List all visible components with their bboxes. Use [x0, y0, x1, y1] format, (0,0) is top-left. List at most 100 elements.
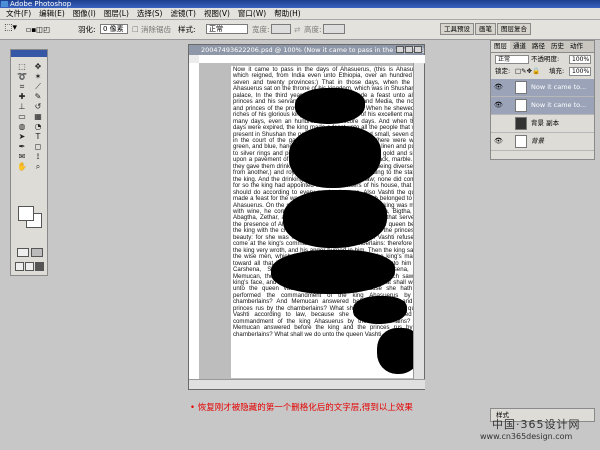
layer-row[interactable]: 👁 背景	[491, 133, 594, 151]
palette-tab-tool-presets[interactable]: 工具预设	[440, 23, 474, 35]
screen-mode-full-icon[interactable]	[35, 262, 44, 271]
feather-label: 羽化:	[78, 25, 96, 34]
screen-mode-standard-icon[interactable]	[15, 262, 24, 271]
width-input[interactable]	[271, 24, 291, 34]
style-select[interactable]: 正常	[206, 24, 248, 34]
zoom-tool-icon[interactable]: ⌕	[30, 162, 46, 172]
layer-name: Now it came to...	[531, 101, 587, 109]
healing-brush-icon[interactable]: ✚	[14, 92, 30, 102]
palette-tab-layer-comps[interactable]: 图层复合	[497, 23, 531, 35]
fill-input[interactable]: 100%	[569, 67, 591, 76]
document-title-bar[interactable]: 20047493622206.psd @ 100% (Now it came t…	[189, 45, 424, 55]
horizontal-scrollbar[interactable]	[189, 379, 425, 389]
layer-row[interactable]: 👁 Now it came to...	[491, 97, 594, 115]
eye-icon[interactable]: 👁	[494, 83, 503, 91]
height-label: 高度:	[304, 25, 322, 34]
tab-paths[interactable]: 路径	[529, 41, 548, 52]
path-select-icon[interactable]: ➤	[14, 132, 30, 142]
toolbox-header	[11, 50, 47, 57]
fill-label: 填充:	[549, 67, 565, 75]
ink-blot	[353, 296, 407, 324]
standard-mode-icon[interactable]	[17, 248, 29, 257]
tab-history[interactable]: 历史	[548, 41, 567, 52]
width-label: 宽度:	[252, 25, 270, 34]
title-bar: Adobe Photoshop	[0, 0, 600, 8]
watermark-title: 中国·365设计网	[492, 418, 581, 431]
opacity-input[interactable]: 100%	[569, 55, 591, 64]
tab-channels[interactable]: 通道	[510, 41, 529, 52]
tutorial-caption: • 恢复刚才被隐藏的第一个删格化后的文字层,得到以上效果	[190, 403, 413, 413]
opacity-label: 不透明度:	[531, 55, 560, 63]
marquee-tool-preset-icon[interactable]: ⬚▾	[4, 23, 17, 34]
document-title: 20047493622206.psd @ 100% (Now it came t…	[201, 46, 424, 54]
type-tool-icon[interactable]: T	[30, 132, 46, 142]
shape-tool-icon[interactable]: ◻	[30, 142, 46, 152]
eye-icon[interactable]: 👁	[494, 137, 503, 145]
slice-tool-icon[interactable]: ⟋	[30, 82, 46, 92]
menu-view[interactable]: 视图(V)	[200, 8, 234, 19]
minimize-icon[interactable]	[396, 46, 404, 53]
lock-label: 锁定:	[495, 67, 511, 75]
move-tool-icon[interactable]: ✥	[30, 62, 46, 72]
eyedropper-icon[interactable]: ⟟	[30, 152, 46, 162]
menu-bar: 文件(F) 编辑(E) 图像(I) 图层(L) 选择(S) 滤镜(T) 视图(V…	[0, 8, 600, 20]
antialias-checkbox[interactable]: ☐	[132, 24, 139, 35]
close-icon[interactable]	[414, 46, 422, 53]
clone-stamp-icon[interactable]: ⊥	[14, 102, 30, 112]
menu-file[interactable]: 文件(F)	[2, 8, 35, 19]
gradient-tool-icon[interactable]: ▦	[30, 112, 46, 122]
height-input[interactable]	[323, 24, 345, 34]
lock-icons[interactable]: □✎✥🔒	[515, 67, 540, 76]
menu-image[interactable]: 图像(I)	[69, 8, 100, 19]
layer-row[interactable]: 👁 Now it came to...	[491, 79, 594, 97]
layer-name: 背景 副本	[531, 119, 560, 127]
foreground-color-swatch[interactable]	[18, 206, 34, 221]
hand-tool-icon[interactable]: ✋	[14, 162, 30, 172]
menu-help[interactable]: 帮助(H)	[270, 8, 305, 19]
layer-thumbnail	[515, 81, 527, 94]
menu-window[interactable]: 窗口(W)	[234, 8, 270, 19]
vertical-scrollbar[interactable]	[413, 63, 424, 381]
magic-wand-icon[interactable]: ✶	[30, 72, 46, 82]
layers-panel-tabs: 图层 通道 路径 历史 动作	[491, 41, 594, 53]
brush-tool-icon[interactable]: ✎	[30, 92, 46, 102]
menu-filter[interactable]: 滤镜(T)	[167, 8, 200, 19]
toolbox: ⬚ ✥ ➰ ✶ ⌗ ⟋ ✚ ✎ ⊥ ↺ ▭ ▦ ◍ ◔ ➤ T ✒ ◻ ✉ ⟟ …	[10, 49, 48, 276]
menu-select[interactable]: 选择(S)	[133, 8, 167, 19]
lasso-tool-icon[interactable]: ➰	[14, 72, 30, 82]
text-page: Now it came to pass in the days of Ahasu…	[231, 66, 415, 378]
menu-layer[interactable]: 图层(L)	[100, 8, 133, 19]
layer-thumbnail	[515, 99, 527, 112]
notes-tool-icon[interactable]: ✉	[14, 152, 30, 162]
crop-tool-icon[interactable]: ⌗	[14, 82, 30, 92]
watermark-url: www.cn365design.com	[480, 432, 573, 441]
tab-layers[interactable]: 图层	[491, 41, 510, 52]
canvas[interactable]: Now it came to pass in the days of Ahasu…	[199, 63, 415, 381]
eye-icon[interactable]: 👁	[494, 101, 503, 109]
dodge-tool-icon[interactable]: ◔	[30, 122, 46, 132]
palette-well: 工具预设 画笔 图层复合	[440, 23, 600, 35]
selection-mode-icons[interactable]: ▫▪◫◰	[26, 24, 50, 35]
quick-mask-icon[interactable]	[31, 248, 43, 257]
palette-tab-brushes[interactable]: 画笔	[475, 23, 496, 35]
tab-actions[interactable]: 动作	[567, 41, 586, 52]
ink-blot	[377, 328, 415, 374]
screen-mode-full-menu-icon[interactable]	[25, 262, 34, 271]
layers-panel: 图层 通道 路径 历史 动作 正常 不透明度: 100% 锁定: □✎✥🔒 填充…	[490, 40, 595, 160]
blend-mode-select[interactable]: 正常	[495, 55, 529, 64]
blur-tool-icon[interactable]: ◍	[14, 122, 30, 132]
feather-input[interactable]: 0 像素	[100, 24, 128, 34]
ink-blot	[295, 88, 365, 124]
layer-name: Now it came to...	[531, 83, 587, 91]
style-label: 样式:	[178, 25, 196, 34]
document-window: 20047493622206.psd @ 100% (Now it came t…	[188, 44, 425, 390]
layer-row[interactable]: 背景 副本	[491, 115, 594, 133]
eraser-tool-icon[interactable]: ▭	[14, 112, 30, 122]
pen-tool-icon[interactable]: ✒	[14, 142, 30, 152]
menu-edit[interactable]: 编辑(E)	[35, 8, 69, 19]
swap-icon[interactable]: ⇄	[294, 24, 300, 35]
maximize-icon[interactable]	[405, 46, 413, 53]
history-brush-icon[interactable]: ↺	[30, 102, 46, 112]
marquee-tool-icon[interactable]: ⬚	[14, 62, 30, 72]
ink-blot	[271, 250, 395, 294]
